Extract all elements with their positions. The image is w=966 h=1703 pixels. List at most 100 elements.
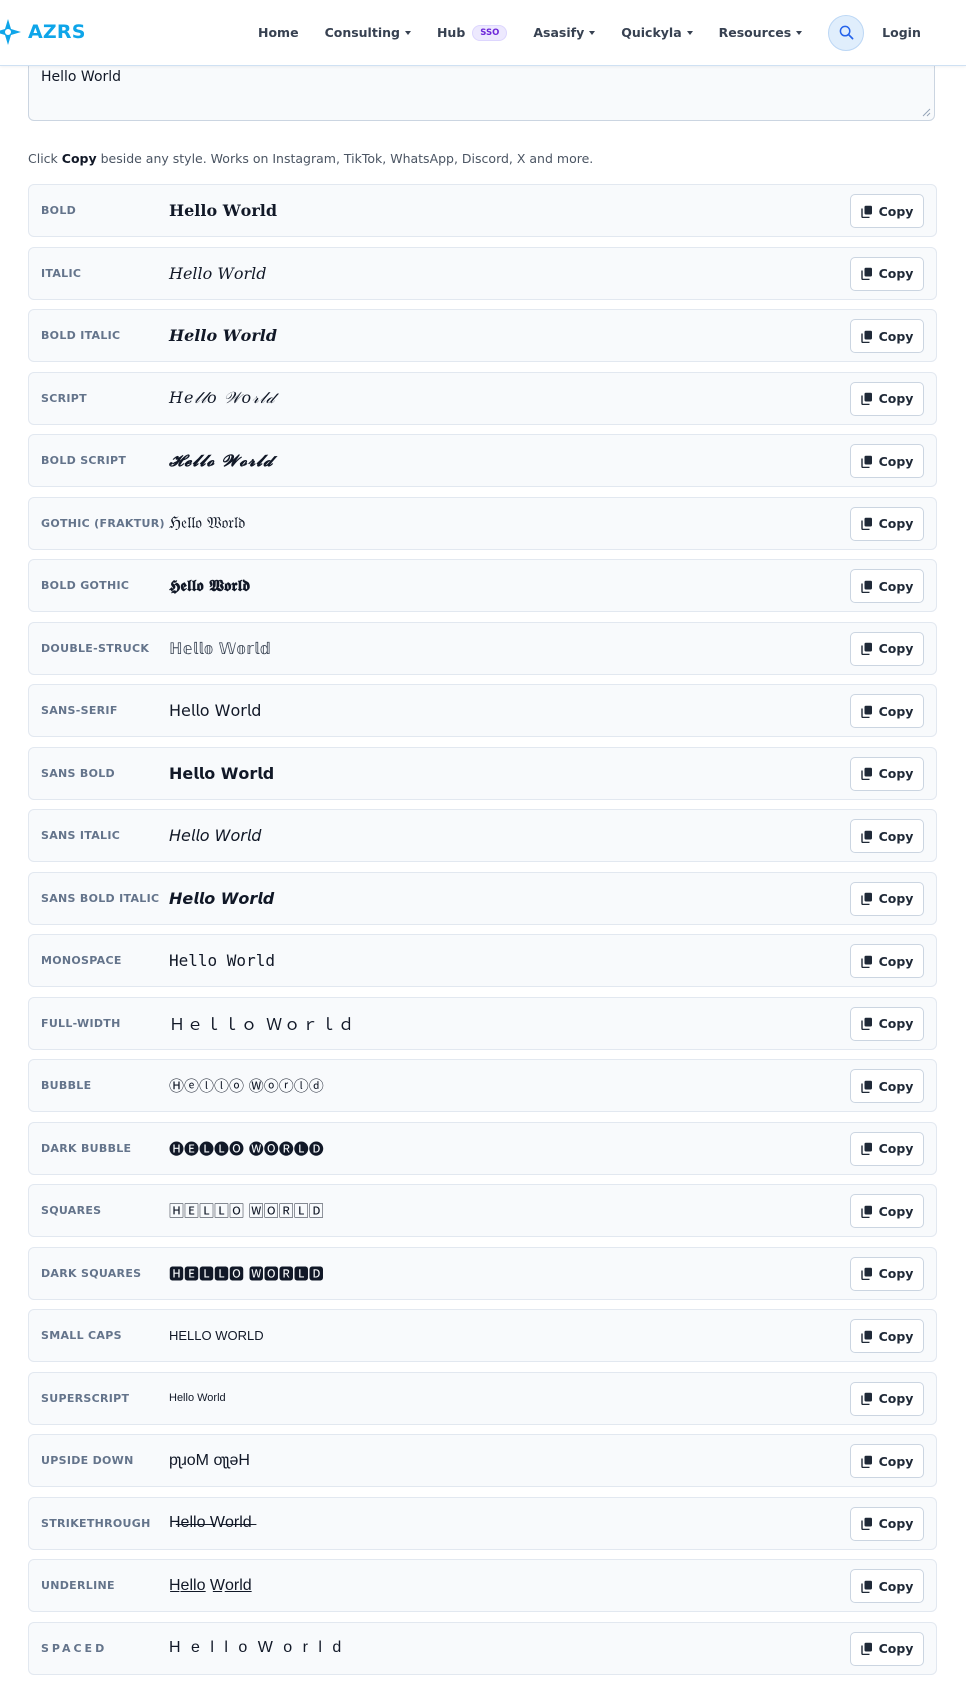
copy-icon: [860, 642, 872, 655]
copy-icon: [860, 1142, 872, 1155]
copy-button[interactable]: Copy: [850, 756, 924, 791]
copy-button[interactable]: Copy: [850, 194, 924, 228]
copy-button[interactable]: Copy: [850, 1069, 924, 1103]
chevron-down-icon: [796, 30, 803, 35]
hint-text-before: Click: [28, 151, 62, 166]
copy-button[interactable]: Copy: [850, 381, 924, 416]
style-row: DOUBLE-STRUCK ℍ𝕖𝕝𝕝𝕠 𝕎𝕠𝕣𝕝𝕕 Copy: [28, 621, 937, 675]
nav-login-label: Login: [882, 25, 921, 40]
style-preview: 🄷🄴🄻🄻🄾 🅆🄾🅁🄻🄳: [169, 1202, 324, 1220]
style-row: ITALIC 𝐻𝑒𝑙𝑙𝑜 𝑊𝑜𝑟𝑙𝑑 Copy: [28, 246, 937, 300]
style-label: MONOSPACE: [41, 954, 122, 967]
style-label: UNDERLINE: [41, 1579, 115, 1592]
brand[interactable]: AZRS: [0, 14, 86, 50]
copy-button-label: Copy: [878, 266, 914, 281]
nav-asasify[interactable]: Asasify: [533, 25, 596, 40]
style-preview: H e l l o W o r l d: [169, 1639, 345, 1656]
style-preview: Ｈｅｌｌｏ Ｗｏｒｌｄ: [169, 1015, 357, 1034]
copy-button-label: Copy: [878, 1578, 914, 1594]
copy-button[interactable]: Copy: [850, 1256, 924, 1291]
copy-button[interactable]: Copy: [850, 1006, 924, 1041]
copy-button[interactable]: Copy: [850, 1131, 924, 1166]
style-preview: 𝙷𝚎𝚕𝚕𝚘 𝚆𝚘𝚛𝚕𝚍: [169, 951, 275, 970]
nav-login[interactable]: Login: [882, 25, 921, 40]
copy-button-label: Copy: [878, 1516, 914, 1531]
copy-button-label: Copy: [878, 516, 914, 531]
style-preview: 𝓗𝓮𝓵𝓵𝓸 𝓦𝓸𝓻𝓵𝓭: [169, 450, 274, 470]
copy-button-label: Copy: [878, 1016, 914, 1031]
style-preview: Hello World: [169, 1392, 226, 1404]
style-row: SCRIPT 𝐻𝑒𝓁𝓁𝑜 𝒲𝑜𝓇𝓁𝒹 Copy: [28, 371, 937, 425]
sso-badge: SSO: [472, 24, 508, 41]
copy-button-label: Copy: [878, 1453, 914, 1469]
style-preview: H̲e̲l̲l̲o̲ W̲o̲r̲l̲d̲: [169, 1576, 252, 1594]
nav-resources[interactable]: Resources: [719, 25, 803, 40]
copy-button[interactable]: Copy: [850, 1444, 924, 1478]
copy-icon: [860, 517, 872, 530]
copy-button[interactable]: Copy: [850, 881, 924, 916]
copy-button-label: Copy: [878, 1266, 914, 1281]
style-label: SANS BOLD: [41, 766, 115, 780]
style-preview: ℌ𝔢𝔩𝔩𝔬 𝔚𝔬𝔯𝔩𝔡: [169, 513, 246, 532]
nav-consulting-label: Consulting: [324, 25, 400, 40]
copy-button[interactable]: Copy: [850, 256, 924, 291]
nav-home[interactable]: Home: [258, 25, 299, 40]
style-preview: HELLO WORLD: [169, 1328, 264, 1343]
style-preview: 𝕳𝖊𝖑𝖑𝖔 𝖂𝖔𝖗𝖑𝖉: [169, 575, 251, 595]
copy-icon: [860, 1455, 872, 1468]
style-preview: H̶e̶l̶l̶o̶ ̶W̶o̶r̶l̶d̶: [169, 1514, 252, 1531]
copy-button[interactable]: Copy: [850, 1569, 924, 1603]
copy-button[interactable]: Copy: [850, 1381, 924, 1416]
copy-icon: [860, 330, 872, 343]
style-row: BOLD SCRIPT 𝓗𝓮𝓵𝓵𝓸 𝓦𝓸𝓻𝓵𝓭 Copy: [28, 434, 937, 487]
style-label: DOUBLE-STRUCK: [41, 641, 150, 655]
copy-icon: [860, 1642, 872, 1655]
nav-resources-label: Resources: [718, 25, 792, 40]
style-preview: 𝗛𝗲𝗹𝗹𝗼 𝗪𝗼𝗿𝗹𝗱: [169, 763, 275, 783]
copy-button[interactable]: Copy: [850, 1194, 924, 1228]
copy-button[interactable]: Copy: [850, 444, 924, 478]
copy-button-label: Copy: [878, 203, 914, 219]
style-label: SQUARES: [41, 1204, 102, 1217]
copy-button-label: Copy: [878, 703, 914, 719]
resize-grip-icon[interactable]: [922, 108, 931, 117]
copy-icon: [860, 830, 872, 843]
brand-name: AZRS: [28, 21, 86, 43]
style-preview: ℍ𝕖𝕝𝕝𝕠 𝕎𝕠𝕣𝕝𝕕: [169, 638, 271, 658]
nav-consulting[interactable]: Consulting: [325, 25, 411, 40]
copy-button[interactable]: Copy: [850, 506, 924, 541]
style-preview: 🅗🅔🅛🅛🅞 🅦🅞🅡🅛🅓: [169, 1139, 324, 1158]
style-label: ITALIC: [41, 266, 82, 280]
style-row: STRIKETHROUGH H̶e̶l̶l̶o̶ ̶W̶o̶r̶l̶d̶ Copy: [28, 1496, 937, 1550]
style-preview: 𝙃𝙚𝙡𝙡𝙤 𝙒𝙤𝙧𝙡𝙙: [169, 888, 275, 908]
nav-quickyla[interactable]: Quickyla: [621, 25, 693, 40]
style-label: SPACED: [41, 1641, 108, 1655]
copy-button[interactable]: Copy: [850, 1506, 924, 1541]
style-label: BOLD GOTHIC: [41, 579, 130, 592]
brand-logo-icon: [0, 19, 21, 45]
copy-icon: [860, 1080, 872, 1093]
copy-button-label: Copy: [878, 391, 914, 406]
copy-button[interactable]: Copy: [850, 631, 924, 666]
style-row: SANS BOLD ITALIC 𝙃𝙚𝙡𝙡𝙤 𝙒𝙤𝙧𝙡𝙙 Copy: [28, 871, 937, 925]
copy-button[interactable]: Copy: [850, 1319, 924, 1353]
style-row: UPSIDE DOWN pʅɹoM oʅʅǝH Copy: [28, 1434, 937, 1487]
copy-button[interactable]: Copy: [850, 819, 924, 853]
copy-icon: [860, 580, 872, 593]
style-label: STRIKETHROUGH: [41, 1516, 151, 1530]
search-button[interactable]: [828, 14, 865, 51]
copy-button[interactable]: Copy: [850, 569, 924, 603]
style-label: SUPERSCRIPT: [41, 1391, 130, 1405]
copy-button[interactable]: Copy: [850, 319, 924, 353]
copy-button[interactable]: Copy: [850, 944, 924, 978]
nav-links: Home Consulting Hub SSO Asasify Quickyla …: [258, 0, 947, 65]
copy-button[interactable]: Copy: [850, 694, 924, 728]
copy-button-label: Copy: [878, 1641, 914, 1656]
style-list: BOLD 𝐇𝐞𝐥𝐥𝐨 𝐖𝐨𝐫𝐥𝐝 Copy ITALIC 𝐻𝑒𝑙𝑙𝑜 𝑊𝑜𝑟𝑙𝑑 Copy…: [28, 184, 937, 1684]
nav-home-label: Home: [258, 25, 299, 40]
nav-hub[interactable]: Hub SSO: [437, 24, 508, 41]
copy-button-label: Copy: [878, 891, 914, 906]
chevron-down-icon: [686, 30, 693, 35]
copy-icon: [860, 1392, 872, 1405]
copy-button[interactable]: Copy: [850, 1631, 924, 1666]
